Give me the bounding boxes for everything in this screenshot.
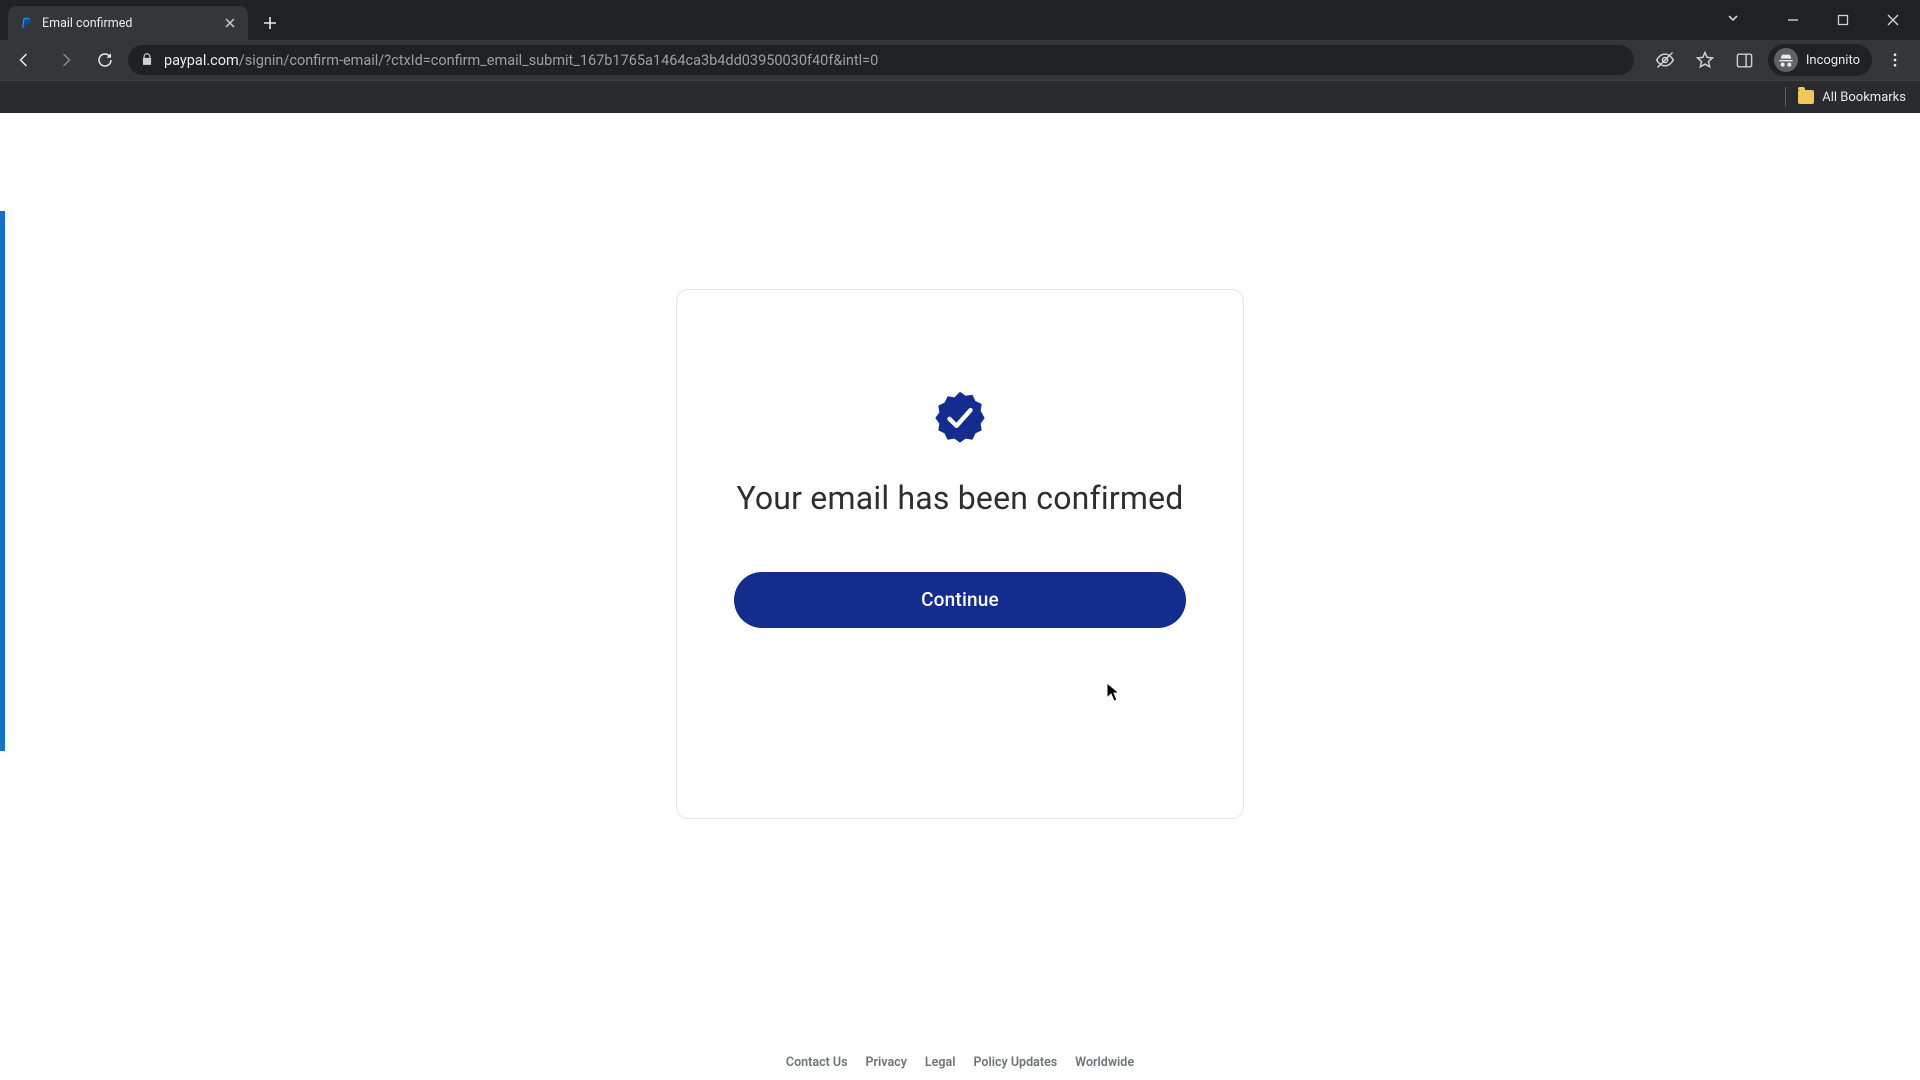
browser-tab-active[interactable]: Email confirmed — [8, 6, 248, 40]
tab-close-icon[interactable] — [222, 15, 238, 31]
footer-link-policy-updates[interactable]: Policy Updates — [973, 1055, 1057, 1070]
continue-button[interactable]: Continue — [734, 572, 1186, 628]
window-maximize-button[interactable] — [1820, 4, 1866, 36]
incognito-label: Incognito — [1806, 53, 1860, 68]
url-host: paypal.com — [164, 52, 239, 69]
lock-icon — [140, 51, 154, 70]
page-viewport: Your email has been confirmed Continue C… — [0, 113, 1920, 1080]
toolbar-right-icons: Incognito — [1648, 43, 1912, 77]
left-accent-stripe — [0, 211, 5, 751]
confirmation-card: Your email has been confirmed Continue — [676, 289, 1244, 819]
window-controls — [1770, 0, 1920, 40]
window-minimize-button[interactable] — [1770, 4, 1816, 36]
footer-link-privacy[interactable]: Privacy — [866, 1055, 907, 1070]
browser-titlebar: Email confirmed — [0, 0, 1920, 40]
url-text: paypal.com/signin/confirm-email/?ctxId=c… — [164, 52, 878, 69]
incognito-icon — [1774, 48, 1798, 72]
footer-link-contact[interactable]: Contact Us — [786, 1055, 848, 1070]
bookmarks-bar: All Bookmarks — [0, 80, 1920, 113]
all-bookmarks-label: All Bookmarks — [1822, 90, 1906, 105]
address-bar[interactable]: paypal.com/signin/confirm-email/?ctxId=c… — [128, 45, 1634, 75]
bookmark-star-icon[interactable] — [1688, 43, 1722, 77]
new-tab-button[interactable] — [256, 9, 284, 37]
browser-toolbar: paypal.com/signin/confirm-email/?ctxId=c… — [0, 40, 1920, 80]
paypal-favicon-icon — [18, 15, 34, 31]
footer-link-worldwide[interactable]: Worldwide — [1075, 1055, 1134, 1070]
side-panel-icon[interactable] — [1728, 43, 1762, 77]
footer-link-legal[interactable]: Legal — [925, 1055, 956, 1070]
verified-badge-icon — [932, 390, 988, 446]
kebab-menu-icon[interactable] — [1878, 43, 1912, 77]
nav-reload-button[interactable] — [88, 43, 122, 77]
folder-icon — [1798, 90, 1814, 104]
confirmation-headline: Your email has been confirmed — [736, 478, 1183, 520]
tab-search-chevron-icon[interactable] — [1726, 10, 1740, 29]
eye-off-icon[interactable] — [1648, 43, 1682, 77]
url-path: /signin/confirm-email/?ctxId=confirm_ema… — [239, 52, 879, 69]
window-close-button[interactable] — [1870, 4, 1916, 36]
incognito-chip[interactable]: Incognito — [1768, 44, 1872, 76]
footer-links: Contact Us Privacy Legal Policy Updates … — [0, 1055, 1920, 1070]
all-bookmarks-button[interactable]: All Bookmarks — [1798, 90, 1906, 105]
nav-forward-button[interactable] — [48, 43, 82, 77]
bookmarks-separator — [1785, 87, 1786, 107]
tab-title: Email confirmed — [42, 16, 214, 31]
nav-back-button[interactable] — [8, 43, 42, 77]
